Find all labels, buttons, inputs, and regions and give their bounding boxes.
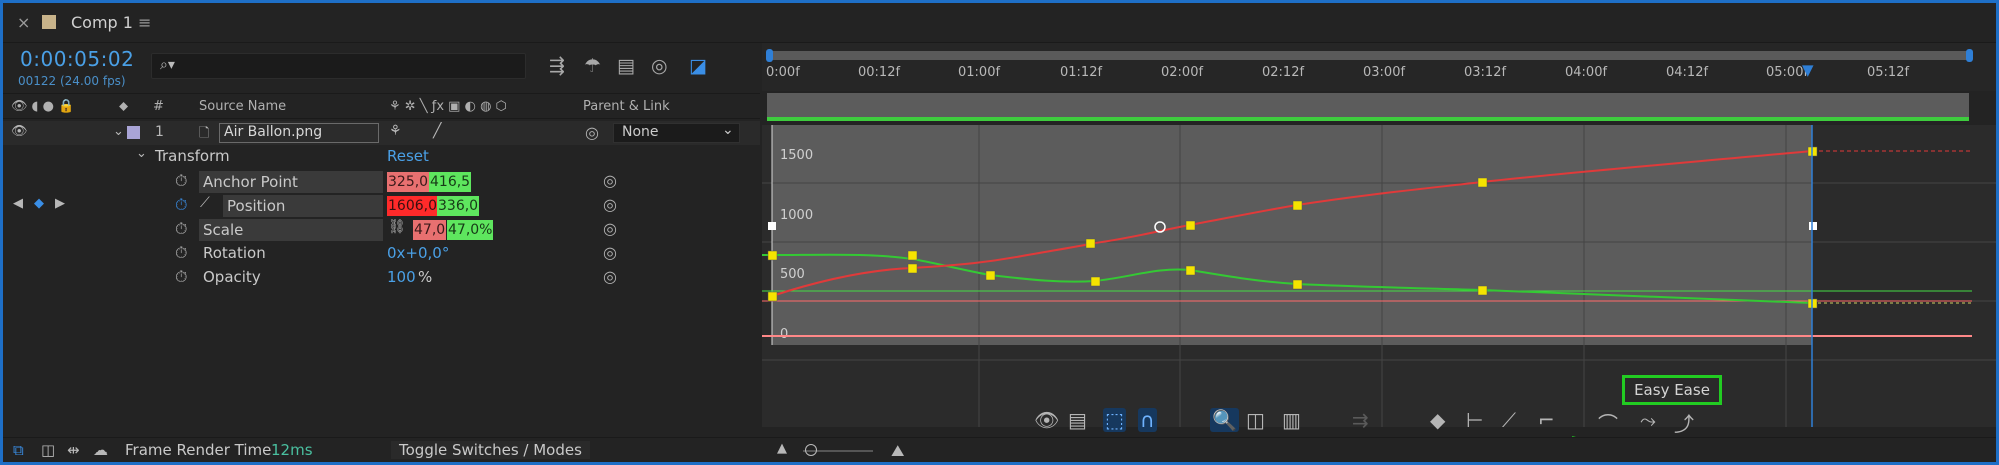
render-time-value: 12ms	[271, 441, 313, 459]
zoom-out-icon[interactable]: ▲	[777, 441, 787, 456]
transfer-controls-icon[interactable]: ◫	[41, 441, 55, 459]
zoom-in-icon[interactable]: ⛰	[891, 441, 904, 461]
status-bar: ⧉ ◫ ⇹ ☁ Frame Render Time 12ms Toggle Sw…	[3, 437, 1996, 462]
zoom-slider-handle[interactable]	[805, 444, 817, 456]
toggle-switches-modes[interactable]: Toggle Switches / Modes	[391, 441, 590, 459]
annotation-overlay	[1501, 436, 1640, 462]
render-time-label: Frame Render Time	[125, 441, 272, 459]
in-out-icon[interactable]: ⇹	[67, 441, 80, 459]
layer-switches-icon[interactable]: ⧉	[13, 441, 24, 459]
render-time-icon[interactable]: ☁	[93, 441, 108, 459]
